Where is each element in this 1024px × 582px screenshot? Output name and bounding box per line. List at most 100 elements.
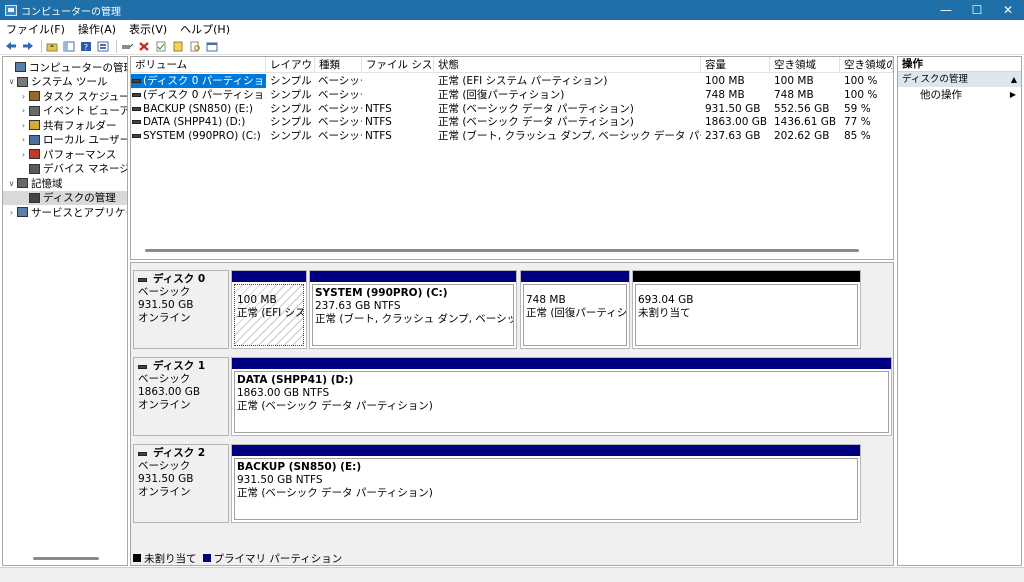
expand-toggle-icon[interactable]: › xyxy=(19,106,28,115)
disk-name: ディスク 0 xyxy=(153,273,206,285)
expand-toggle-icon[interactable]: ∨ xyxy=(7,77,16,86)
column-header-free-space[interactable]: 空き領域 xyxy=(770,57,840,73)
tree-item[interactable]: › パフォーマンス xyxy=(3,147,127,161)
legend-swatch-unallocated xyxy=(133,554,141,562)
tree-item[interactable]: ∨ システム ツール xyxy=(3,75,127,89)
column-header-status[interactable]: 状態 xyxy=(434,57,701,73)
toolbar: ? xyxy=(0,38,1024,55)
status-bar xyxy=(0,567,1024,582)
disk-label[interactable]: ディスク 2 ベーシック 931.50 GB オンライン xyxy=(133,444,229,523)
unallocated-space[interactable]: 693.04 GB 未割り当て xyxy=(632,270,861,349)
menu-action[interactable]: 操作(A) xyxy=(78,21,116,37)
expand-toggle-icon[interactable]: › xyxy=(19,121,28,130)
check-icon[interactable] xyxy=(154,40,167,53)
partition-title-spacer xyxy=(237,287,303,294)
partition-block[interactable]: DATA (SHPP41) (D:) 1863.00 GB NTFS 正常 (ベーシ… xyxy=(231,357,892,436)
expand-toggle-icon[interactable]: ∨ xyxy=(7,179,16,188)
tree-item[interactable]: › サービスとアプリケーション xyxy=(3,205,127,219)
disk-label[interactable]: ディスク 1 ベーシック 1863.00 GB オンライン xyxy=(133,357,229,436)
volume-row[interactable]: BACKUP (SN850) (E:) シンプルベーシックNTFS 正常 (ベーシッ… xyxy=(131,102,893,116)
volume-row[interactable]: SYSTEM (990PRO) (C:) シンプルベーシックNTFS 正常 (ブート… xyxy=(131,129,893,143)
view-icon[interactable] xyxy=(205,40,218,53)
column-header-volume[interactable]: ボリューム xyxy=(131,57,266,73)
partition-title-spacer xyxy=(638,287,857,294)
tree-item[interactable]: ディスクの管理 xyxy=(3,190,127,205)
partition-line1: 748 MB xyxy=(526,294,566,306)
disk-name: ディスク 2 xyxy=(153,447,206,459)
disk-state: オンライン xyxy=(138,486,191,498)
volume-type-cell: ベーシック xyxy=(318,116,362,129)
actions-pane: 操作 ディスクの管理 ▲ 他の操作 ▶ xyxy=(897,56,1022,566)
menu-help[interactable]: ヘルプ(H) xyxy=(180,21,230,37)
tree-item[interactable]: › タスク スケジューラ xyxy=(3,89,127,103)
close-button[interactable]: ✕ xyxy=(992,0,1024,20)
delete-icon[interactable] xyxy=(137,40,150,53)
volume-row[interactable]: (ディスク 0 パーティション 4) シンプルベーシック 正常 (回復パーティション… xyxy=(131,88,893,102)
properties-icon[interactable] xyxy=(96,40,109,53)
actions-section-disk-management[interactable]: ディスクの管理 ▲ xyxy=(898,72,1021,87)
maximize-button[interactable]: ☐ xyxy=(961,0,993,20)
tree-item[interactable]: › イベント ビューアー xyxy=(3,104,127,118)
partition-block[interactable]: 748 MB正常 (回復パーティション xyxy=(520,270,630,349)
volume-fs-cell: NTFS xyxy=(365,102,392,115)
disk-state: オンライン xyxy=(138,399,191,411)
actions-header: 操作 xyxy=(898,57,1021,72)
column-header-layout[interactable]: レイアウト xyxy=(266,57,315,73)
tree-item[interactable]: › 共有フォルダー xyxy=(3,118,127,132)
partition-line1: 1863.00 GB NTFS xyxy=(237,387,330,399)
title-bar: コンピューターの管理 — ☐ ✕ xyxy=(0,0,1024,20)
expand-toggle-icon[interactable]: › xyxy=(19,150,28,159)
partition-block[interactable]: SYSTEM (990PRO) (C:) 237.63 GB NTFS 正常 (ブー… xyxy=(309,270,517,349)
column-header-type[interactable]: 種類 xyxy=(315,57,362,73)
partition-title: DATA (SHPP41) (D:) xyxy=(237,374,354,386)
volume-type-cell: ベーシック xyxy=(318,75,362,87)
volume-layout-cell: シンプル xyxy=(270,88,312,101)
volume-layout-cell: シンプル xyxy=(270,75,312,87)
tree-item[interactable]: › ローカル ユーザーとグ xyxy=(3,133,127,147)
column-header-free-percent[interactable]: 空き領域の xyxy=(840,57,893,73)
tree-item-label: デバイス マネージャー xyxy=(43,163,127,175)
search-icon[interactable] xyxy=(188,40,201,53)
disk-icon xyxy=(138,277,147,282)
connect-icon[interactable] xyxy=(120,40,133,53)
legend-label-primary: プライマリ パーティション xyxy=(213,552,343,565)
disk-label[interactable]: ディスク 0 ベーシック 931.50 GB オンライン xyxy=(133,270,229,349)
collapse-arrow-icon[interactable]: ▲ xyxy=(1011,72,1017,87)
window-title: コンピューターの管理 xyxy=(21,6,121,18)
horizontal-scrollbar[interactable] xyxy=(145,249,859,252)
tree-node-icon xyxy=(29,149,40,159)
up-folder-icon[interactable] xyxy=(45,40,58,53)
export-icon[interactable] xyxy=(171,40,184,53)
volume-name-cell: (ディスク 0 パーティション 4) xyxy=(131,88,266,102)
more-actions-item[interactable]: 他の操作 ▶ xyxy=(898,87,1021,103)
volume-name-cell: BACKUP (SN850) (E:) xyxy=(131,102,266,116)
menu-file[interactable]: ファイル(F) xyxy=(6,21,65,37)
volume-capacity-cell: 931.50 GB xyxy=(705,102,761,115)
back-arrow-icon[interactable] xyxy=(4,40,17,53)
tree-horizontal-scrollbar[interactable] xyxy=(33,557,99,560)
more-actions-label: 他の操作 xyxy=(920,89,962,101)
console-tree-icon[interactable] xyxy=(62,40,75,53)
tree-item[interactable]: コンピューターの管理 (ロー xyxy=(3,60,127,74)
forward-arrow-icon[interactable] xyxy=(21,40,34,53)
legend: 未割り当て プライマリ パーティション xyxy=(133,551,342,565)
partition-block[interactable]: BACKUP (SN850) (E:) 931.50 GB NTFS 正常 (ベーシ… xyxy=(231,444,861,523)
toolbar-separator xyxy=(41,39,42,53)
tree-item[interactable]: デバイス マネージャー xyxy=(3,162,127,176)
tree-node-icon xyxy=(17,178,28,188)
menu-view[interactable]: 表示(V) xyxy=(129,21,167,37)
column-header-capacity[interactable]: 容量 xyxy=(701,57,770,73)
volume-row[interactable]: DATA (SHPP41) (D:) シンプルベーシックNTFS 正常 (ベーシック… xyxy=(131,115,893,129)
column-header-filesystem[interactable]: ファイル システム xyxy=(362,57,434,73)
tree-item-label: 共有フォルダー xyxy=(43,119,117,132)
partition-block[interactable]: 100 MB 正常 (EFI シス xyxy=(231,270,307,349)
expand-toggle-icon[interactable]: › xyxy=(7,208,16,217)
partition-info: SYSTEM (990PRO) (C:) 237.63 GB NTFS 正常 (ブー… xyxy=(312,284,514,346)
minimize-button[interactable]: — xyxy=(930,0,962,20)
volume-row[interactable]: (ディスク 0 パーティション 1) シンプルベーシック 正常 (EFI システム … xyxy=(131,74,893,88)
expand-toggle-icon[interactable]: › xyxy=(19,92,28,101)
expand-toggle-icon[interactable]: › xyxy=(19,135,28,144)
tree-item[interactable]: ∨ 記憶域 xyxy=(3,176,127,190)
tree-node-icon xyxy=(29,163,40,174)
help-icon[interactable]: ? xyxy=(79,40,92,53)
